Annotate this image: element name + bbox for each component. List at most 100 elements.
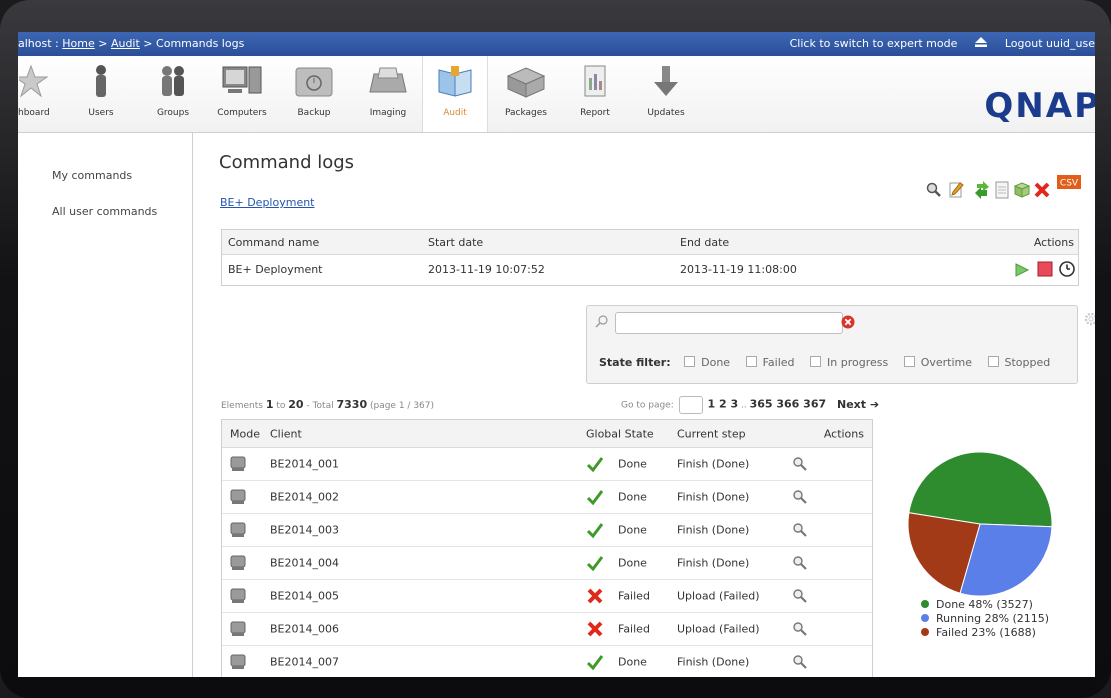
header-actions: Actions (823, 427, 864, 440)
goto-page-input[interactable] (678, 396, 703, 414)
toolbar-report[interactable]: Report (572, 56, 618, 132)
elements-total: 7330 (336, 398, 368, 411)
page-links-start[interactable]: 1 2 3 (708, 398, 739, 411)
state-filter-failed[interactable]: Failed (745, 356, 795, 369)
sidebar-item-all-user-commands[interactable]: All user commands (52, 205, 157, 218)
breadcrumb-current: Commands logs (156, 37, 245, 50)
breadcrumb-home-link[interactable]: Home (62, 37, 94, 50)
global-state: Done (618, 523, 647, 537)
command-row: BE+ Deployment 2013-11-19 10:07:52 2013-… (222, 255, 1078, 285)
checkbox[interactable] (745, 356, 757, 367)
state-filter-in-progress[interactable]: In progress (810, 356, 888, 369)
document-icon[interactable] (993, 181, 1011, 199)
toolbar-label: Users (88, 108, 114, 118)
table-row: BE2014_006 Failed Upload (Failed) (222, 613, 872, 646)
client-name: BE2014_007 (270, 655, 339, 669)
legend-item-done: Done 48% (3527) (921, 598, 1049, 612)
toolbar-dashboard[interactable]: hboard (18, 56, 60, 132)
command-start-date: 2013-11-19 10:07:52 (428, 263, 545, 276)
command-link[interactable]: BE+ Deployment (220, 196, 315, 209)
next-arrow-icon: ➔ (869, 397, 880, 411)
package-icon[interactable] (1013, 181, 1031, 199)
legend-label: Running 28% (2115) (936, 612, 1050, 625)
page-ellipsis: .. (738, 400, 750, 411)
table-row: BE2014_001 Done Finish (Done) (222, 448, 872, 481)
option-label: Overtime (920, 356, 973, 369)
state-filter-done[interactable]: Done (684, 356, 730, 369)
next-page-link[interactable]: Next ➔ (837, 398, 879, 411)
checkmark-icon (586, 490, 604, 506)
checkmark-icon (586, 556, 604, 572)
state-filter-overtime[interactable]: Overtime (903, 356, 973, 369)
table-row: BE2014_002 Done Finish (Done) (222, 481, 872, 514)
clock-icon[interactable] (1058, 260, 1076, 278)
main-toolbar: hboard Users Groups Computers Backup Ima… (18, 56, 1095, 133)
transfer-icon[interactable] (973, 181, 991, 199)
header-mode: Mode (230, 427, 260, 440)
user-icon (96, 65, 106, 97)
state-filter-stopped[interactable]: Stopped (987, 356, 1051, 369)
view-details-icon[interactable] (792, 621, 808, 637)
global-state: Done (618, 655, 647, 669)
status-pie-chart (907, 451, 1053, 597)
eject-icon (974, 37, 987, 47)
toolbar-audit[interactable]: Audit (422, 56, 488, 132)
toolbar-groups[interactable]: Groups (150, 56, 196, 132)
toolbar-imaging[interactable]: Imaging (360, 56, 416, 132)
computer-mode-icon (230, 489, 246, 504)
toolbar-label: Packages (505, 108, 547, 118)
legend-item-failed: Failed 23% (1688) (921, 626, 1049, 640)
page-links-end[interactable]: 365 366 367 (750, 398, 827, 411)
breadcrumb-audit-link[interactable]: Audit (111, 37, 140, 50)
logout-link[interactable]: Logout uuid_use (974, 37, 1095, 50)
filter-search-input[interactable] (615, 312, 843, 334)
current-step: Upload (Failed) (677, 622, 760, 636)
failed-x-icon (587, 588, 603, 604)
option-label: Stopped (1004, 356, 1051, 369)
view-details-icon[interactable] (792, 456, 808, 472)
legend-swatch (921, 628, 929, 636)
state-filter-label: State filter: (599, 356, 671, 369)
top-bar: alhost : Home > Audit > Commands logs Cl… (18, 32, 1095, 56)
toolbar-users[interactable]: Users (78, 56, 124, 132)
checkmark-icon (586, 655, 604, 671)
checkbox[interactable] (903, 356, 915, 367)
command-table-header: Command name Start date End date Actions (222, 230, 1078, 255)
sidebar-item-my-commands[interactable]: My commands (52, 169, 132, 182)
checkbox[interactable] (810, 356, 821, 367)
page-title: Command logs (219, 152, 355, 173)
computer-mode-icon (230, 621, 246, 636)
view-details-icon[interactable] (792, 489, 808, 505)
failed-x-icon (587, 621, 603, 637)
search-icon[interactable] (925, 181, 943, 199)
play-icon[interactable] (1014, 261, 1030, 279)
checkbox[interactable] (987, 356, 999, 367)
toolbar-updates[interactable]: Updates (638, 56, 694, 132)
filter-panel: State filter: Done Failed In progress Ov… (586, 305, 1078, 384)
toolbar-backup[interactable]: Backup (286, 56, 342, 132)
computer-mode-icon (230, 555, 246, 570)
csv-export-icon[interactable]: CSV (1057, 175, 1081, 189)
option-label: In progress (827, 356, 889, 369)
header-command-name: Command name (228, 236, 320, 249)
gear-icon[interactable] (1084, 312, 1095, 326)
pie-slice-done (908, 451, 1053, 528)
clear-search-icon[interactable] (841, 315, 855, 329)
current-step: Finish (Done) (677, 457, 750, 471)
view-details-icon[interactable] (792, 588, 808, 604)
view-details-icon[interactable] (792, 522, 808, 538)
edit-icon[interactable] (947, 181, 965, 199)
toolbar-packages[interactable]: Packages (498, 56, 554, 132)
global-state: Done (618, 556, 647, 570)
client-name: BE2014_004 (270, 556, 339, 570)
checkbox[interactable] (684, 356, 696, 367)
toolbar-computers[interactable]: Computers (214, 56, 270, 132)
delete-icon[interactable] (1033, 181, 1051, 199)
search-icon (595, 315, 608, 328)
view-details-icon[interactable] (792, 555, 808, 571)
expert-mode-link[interactable]: Click to switch to expert mode (790, 37, 958, 50)
elements-from: 1 (265, 398, 274, 411)
command-name: BE+ Deployment (228, 263, 323, 276)
view-details-icon[interactable] (792, 654, 808, 670)
stop-icon[interactable] (1036, 260, 1054, 278)
